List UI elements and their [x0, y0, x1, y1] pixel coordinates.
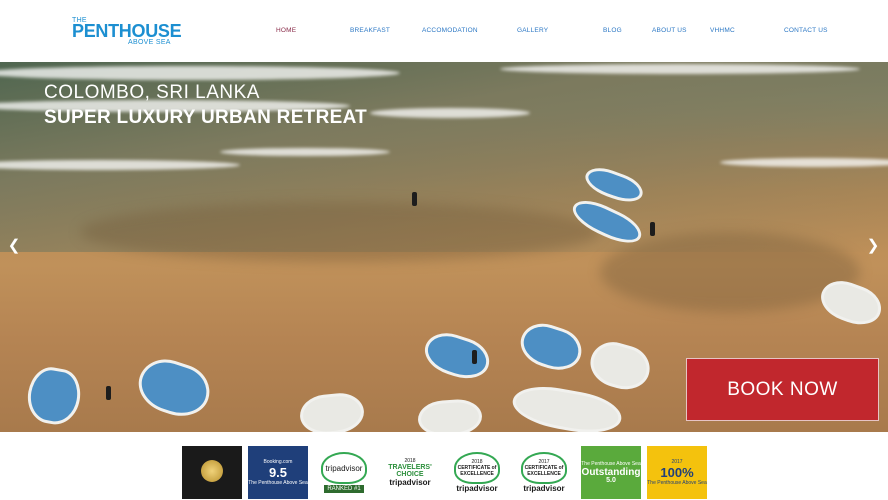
book-now-button[interactable]: BOOK NOW [686, 358, 879, 421]
award-brand: tripadvisor [523, 484, 565, 493]
boat [416, 397, 484, 432]
award-medal-icon [201, 459, 223, 482]
award-outstanding: The Penthouse Above Sea Outstanding 5.0 [581, 446, 641, 499]
nav-blog[interactable]: BLOG [603, 27, 622, 34]
award-brand: tripadvisor [389, 478, 431, 487]
logo-line-above-sea: ABOVE SEA [128, 39, 171, 46]
site-logo[interactable]: THE PENTHOUSE ABOVE SEA [72, 17, 182, 47]
certificate-icon: 2017 CERTIFICATE of EXCELLENCE [521, 452, 567, 484]
award-title: CERTIFICATE of EXCELLENCE [457, 465, 497, 477]
wave-foam [370, 108, 530, 118]
boat [23, 363, 85, 429]
award-brand: tripadvisor [325, 463, 363, 473]
boat [515, 317, 587, 377]
award-caption: The Penthouse Above Sea [647, 480, 707, 486]
award-tripadvisor-ranked: tripadvisor RANKED #1 [314, 446, 374, 499]
nav-home[interactable]: HOME [276, 27, 296, 34]
award-title: TRAVELERS' CHOICE [388, 464, 432, 478]
certificate-icon: 2018 CERTIFICATE of EXCELLENCE [454, 452, 500, 484]
nav-vhhmc[interactable]: VHHMC [710, 27, 735, 34]
nav-accomodation[interactable]: ACCOMODATION [422, 27, 478, 34]
wet-sand [80, 202, 600, 262]
hero-title: SUPER LUXURY URBAN RETREAT [44, 107, 368, 128]
award-expedia: 2017 100% The Penthouse Above Sea [647, 446, 707, 499]
person [650, 222, 655, 236]
boat [298, 390, 366, 432]
award-percent: 100% [660, 465, 694, 480]
wave-foam [0, 66, 400, 80]
tripadvisor-owl-icon: tripadvisor [321, 452, 367, 484]
award-travelers-choice: 2018 TRAVELERS' CHOICE tripadvisor [380, 446, 440, 499]
award-certificate-excellence-2018: 2018 CERTIFICATE of EXCELLENCE tripadvis… [447, 446, 507, 499]
wave-foam [500, 64, 860, 74]
boat [419, 326, 495, 386]
wave-foam [220, 148, 390, 156]
hero-subtitle: COLOMBO, SRI LANKA [44, 82, 260, 103]
site-header: THE PENTHOUSE ABOVE SEA HOME BREAKFAST A… [0, 0, 888, 62]
nav-gallery[interactable]: GALLERY [517, 27, 548, 34]
award-badge-text: RANKED #1 [324, 485, 364, 493]
award-title: CERTIFICATE of EXCELLENCE [524, 465, 564, 477]
chevron-left-icon[interactable]: ❮ [7, 238, 21, 254]
boat [131, 352, 217, 424]
award-score: 5.0 [606, 477, 616, 484]
person [412, 192, 417, 206]
nav-breakfast[interactable]: BREAKFAST [350, 27, 390, 34]
award-caption: The Penthouse Above Sea [248, 480, 308, 486]
award-score: 9.5 [268, 465, 288, 480]
award-badge-gold [182, 446, 242, 499]
nav-contact-us[interactable]: CONTACT US [784, 27, 828, 34]
person [472, 350, 477, 364]
boat [585, 336, 655, 396]
award-certificate-excellence-2017: 2017 CERTIFICATE of EXCELLENCE tripadvis… [514, 446, 574, 499]
nav-about-us[interactable]: ABOUT US [652, 27, 687, 34]
award-brand: tripadvisor [456, 484, 498, 493]
chevron-right-icon[interactable]: ❯ [866, 238, 880, 254]
boat [509, 380, 625, 432]
hero-slider: COLOMBO, SRI LANKA SUPER LUXURY URBAN RE… [0, 62, 888, 432]
person [106, 386, 111, 400]
award-booking-score: Booking.com 9.5 The Penthouse Above Sea [248, 446, 308, 499]
